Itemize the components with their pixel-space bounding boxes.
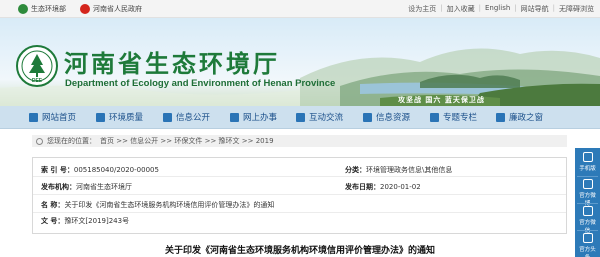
site-title-en: Department of Ecology and Environment of…	[65, 78, 336, 89]
nav-item-interaction-label: 互动交流	[309, 113, 344, 123]
link-ministry[interactable]: 生态环境部	[18, 4, 66, 14]
sidebar-item-weibo-label: 官方微博	[579, 193, 596, 207]
home-icon	[29, 112, 38, 122]
nav-item-info-disclosure[interactable]: 信息公开	[163, 111, 210, 123]
nav-item-integrity-window[interactable]: 廉政之窗	[496, 111, 543, 123]
location-icon	[36, 137, 43, 145]
computer-icon	[230, 112, 239, 122]
national-emblem-icon	[80, 4, 90, 14]
category-key: 分类：	[345, 166, 366, 174]
document-info-table: 索 引 号：005185040/2020-00005 分类：环境管理政务信息\其…	[32, 157, 567, 234]
leaf-icon	[96, 112, 105, 122]
link-ministry-label: 生态环境部	[31, 5, 66, 13]
right-sidebar: 手机版 官方微博 官方微信 官方头条	[575, 148, 600, 257]
nav-item-environment-quality-label: 环境质量	[109, 113, 144, 123]
sidebar-item-mobile-label: 手机版	[579, 166, 596, 172]
index-key: 索 引 号：	[41, 166, 74, 174]
nav-item-special-topics-label: 专题专栏	[443, 113, 478, 123]
info-name: 名 称：关于印发《河南省生态环境服务机构环境信用评价管理办法》的通知	[41, 200, 274, 210]
top-bar: 生态环境部 河南省人民政府 设为主页 | 加入收藏 | English | 网站导航 |…	[0, 0, 600, 18]
nav-item-special-topics[interactable]: 专题专栏	[430, 111, 477, 123]
logo-text: DEE	[32, 78, 43, 84]
doc-number-value: 豫环文[2019]243号	[64, 217, 130, 225]
nav-item-info-disclosure-label: 信息公开	[176, 113, 211, 123]
sidebar-item-toutiao-label: 官方头条	[579, 247, 596, 257]
breadcrumb: 您现在的位置： 首页 >> 信息公开 >> 环保文件 >> 豫环文 >> 201…	[32, 135, 567, 147]
document-title: 关于印发《河南省生态环境服务机构环境信用评价管理办法》的通知	[164, 246, 435, 256]
toutiao-icon	[582, 233, 593, 243]
date-value: 2020-01-02	[380, 183, 421, 191]
date-key: 发布日期：	[345, 183, 380, 191]
sidebar-item-toutiao[interactable]: 官方头条	[578, 233, 597, 257]
link-province-gov-label: 河南省人民政府	[93, 5, 142, 13]
main-nav: 网站首页 环境质量 信息公开 网上办事 互动交流 信息资源 专题专栏 廉政之窗	[0, 106, 600, 129]
index-value: 005185040/2020-00005	[73, 166, 159, 174]
info-date: 发布日期：2020-01-02	[345, 182, 421, 192]
nav-item-online-services[interactable]: 网上办事	[230, 111, 277, 123]
link-province-gov[interactable]: 河南省人民政府	[80, 4, 142, 14]
name-value: 关于印发《河南省生态环境服务机构环境信用评价管理办法》的通知	[64, 201, 275, 209]
nav-item-online-services-label: 网上办事	[243, 113, 278, 123]
doc-number-key: 文 号：	[41, 217, 65, 225]
chat-icon	[296, 112, 305, 122]
shield-icon	[496, 112, 505, 122]
nav-item-home[interactable]: 网站首页	[29, 111, 76, 123]
info-index: 索 引 号：005185040/2020-00005	[41, 165, 159, 175]
info-publisher: 发布机构：河南省生态环境厅	[41, 182, 132, 192]
wechat-icon	[582, 206, 593, 216]
star-icon	[430, 112, 439, 122]
nav-item-integrity-window-label: 廉政之窗	[509, 113, 544, 123]
set-homepage-link[interactable]: 设为主页	[408, 4, 436, 14]
breadcrumb-path[interactable]: 首页 >> 信息公开 >> 环保文件 >> 豫环文 >> 2019	[100, 136, 274, 146]
add-favorite-link[interactable]: 加入收藏	[447, 4, 475, 14]
nav-item-home-label: 网站首页	[42, 113, 77, 123]
site-map-link[interactable]: 网站导航	[521, 4, 549, 14]
info-category: 分类：环境管理政务信息\其他信息	[345, 165, 452, 175]
nav-item-environment-quality[interactable]: 环境质量	[96, 111, 143, 123]
publisher-value: 河南省生态环境厅	[76, 183, 132, 191]
name-key: 名 称：	[41, 201, 65, 209]
banner-slogan: 攻坚战 国六 蓝天保卫战	[398, 96, 485, 104]
site-title-cn: 河南省生态环境厅	[64, 50, 280, 78]
info-doc-number: 文 号：豫环文[2019]243号	[41, 216, 129, 226]
header-banner: DEE 河南省生态环境厅 Department of Ecology and E…	[0, 18, 600, 106]
mobile-icon	[582, 152, 593, 162]
nav-item-interaction[interactable]: 互动交流	[296, 111, 343, 123]
weibo-icon	[582, 179, 593, 189]
document-icon	[163, 112, 172, 122]
database-icon	[363, 112, 372, 122]
sidebar-item-mobile[interactable]: 手机版	[578, 152, 597, 172]
top-right-links: 设为主页 | 加入收藏 | English | 网站导航 | 无障碍浏览	[408, 4, 594, 14]
department-logo-icon: DEE	[16, 45, 58, 87]
emblem-icon	[18, 4, 28, 14]
nav-item-info-resources-label: 信息资源	[376, 113, 411, 123]
accessibility-link[interactable]: 无障碍浏览	[559, 4, 594, 14]
english-link[interactable]: English	[485, 4, 510, 14]
breadcrumb-prefix: 您现在的位置：	[47, 137, 96, 145]
sidebar-item-wechat-label: 官方微信	[579, 220, 596, 234]
publisher-key: 发布机构：	[41, 183, 76, 191]
top-links: 生态环境部 河南省人民政府	[18, 4, 142, 14]
category-value: 环境管理政务信息\其他信息	[366, 166, 453, 174]
nav-item-info-resources[interactable]: 信息资源	[363, 111, 410, 123]
